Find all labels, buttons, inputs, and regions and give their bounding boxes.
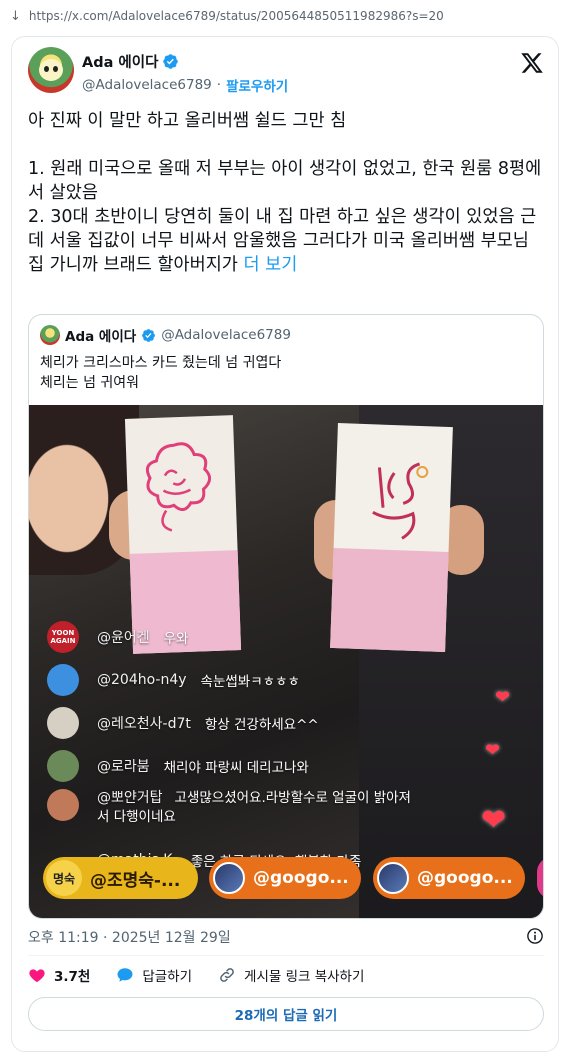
comment-user: @204ho-n4y (97, 671, 187, 688)
tweet-header: Ada 에이다 @Adalovelace6789 · 팔로우하기 (28, 47, 544, 99)
avatar-eye-right (53, 66, 58, 72)
copy-link-button[interactable]: 게시물 링크 복사하기 (218, 965, 364, 985)
heart-icon: ❤ (495, 687, 511, 708)
handle[interactable]: @Adalovelace6789 (82, 77, 212, 93)
comment-message: 속눈썹봐ㅋㅎㅎㅎ (200, 673, 300, 690)
like-count: 3.7천 (54, 969, 91, 985)
action-bar: 3.7천 답글하기 게시물 링크 복사하기 (28, 965, 390, 985)
comment-message: 고생많으셨어요.라방할수로 얼굴이 밝아져 (174, 790, 411, 806)
live-comment: @뽀얀거탑 고생많으셨어요.라방할수로 얼굴이 밝아져 서 다행이네요 (47, 787, 487, 845)
tweet-timestamp[interactable]: 오후 11:19 · 2025년 12월 29일 (28, 927, 231, 947)
tweet-card: Ada 에이다 @Adalovelace6789 · 팔로우하기 아 진짜 이 … (11, 36, 559, 1052)
pill-label: @googo... (253, 868, 349, 888)
avatar-eye-left (44, 66, 49, 72)
x-logo-icon[interactable] (520, 51, 544, 75)
superchat-pill[interactable]: @googo... (209, 857, 361, 899)
comment-avatar (47, 663, 79, 696)
live-comment: @레오천사-d7t 항상 건강하세요^^ (47, 701, 487, 744)
heart-filled-icon (29, 969, 45, 983)
live-comment: @204ho-n4y 속눈썹봐ㅋㅎㅎㅎ (47, 658, 487, 701)
video-player[interactable]: YOON AGAIN @윤어겐 우와 @204ho-n4y 속눈썹봐ㅋㅎㅎㅎ @… (29, 405, 543, 918)
heart-icon: ❤ (485, 740, 501, 761)
show-more-link[interactable]: 더 보기 (243, 255, 297, 275)
copy-link-label: 게시물 링크 복사하기 (244, 969, 365, 985)
pill-badge: 명숙 (46, 860, 82, 896)
comment-message-cont: 서 다행이네요 (97, 809, 176, 825)
pill-avatar (213, 862, 245, 894)
comment-user: @로라붐 (97, 758, 150, 775)
pill-label: @조명숙-... (90, 870, 181, 891)
comment-user: @레오천사-d7t (97, 715, 191, 732)
tweet-text: 아 진짜 이 말만 하고 올리버쌤 쉴드 그만 침 1. 원래 미국으로 올때 … (28, 109, 548, 277)
divider (28, 955, 544, 956)
quote-avatar (40, 325, 60, 345)
quote-display-name: Ada 에이다 (65, 329, 137, 345)
info-icon[interactable] (526, 927, 544, 945)
comment-avatar (47, 749, 79, 782)
handle-row: @Adalovelace6789 · 팔로우하기 (82, 75, 288, 95)
quoted-tweet[interactable]: Ada 에이다 @Adalovelace6789 체리가 크리스마스 카드 줬는… (28, 314, 544, 919)
superchat-pill[interactable]: @googo... (373, 857, 525, 899)
comment-body: @뽀얀거탑 고생많으셨어요.라방할수로 얼굴이 밝아져 서 다행이네요 (97, 789, 411, 827)
tweet-body: 아 진짜 이 말만 하고 올리버쌤 쉴드 그만 침 1. 원래 미국으로 올때 … (28, 111, 542, 275)
quote-verified-badge-icon (142, 328, 156, 342)
handwriting-doodle (372, 462, 429, 540)
comment-avatar (47, 789, 79, 821)
flower-doodle (145, 442, 212, 532)
verified-badge-icon (163, 54, 179, 69)
reply-label: 답글하기 (142, 969, 193, 985)
heart-icon: ❤ (481, 803, 507, 838)
avatar-face (39, 59, 63, 81)
avatar[interactable] (28, 47, 74, 93)
live-comment: YOON AGAIN @윤어겐 우와 (47, 615, 487, 658)
comment-avatar: YOON AGAIN (47, 620, 79, 653)
comment-message: 채리야 파랑씨 데리고나와 (163, 759, 309, 776)
separator: · (216, 77, 222, 93)
reply-button[interactable]: 답글하기 (116, 965, 192, 985)
like-button[interactable]: 3.7천 (28, 965, 90, 985)
live-comments: YOON AGAIN @윤어겐 우와 @204ho-n4y 속눈썹봐ㅋㅎㅎㅎ @… (47, 615, 487, 875)
display-name[interactable]: Ada 에이다 (82, 51, 158, 72)
pill-avatar (377, 862, 409, 894)
quote-header: Ada 에이다 @Adalovelace6789 (40, 325, 291, 345)
comment-user: @윤어겐 (97, 629, 150, 646)
superchat-pill[interactable]: 명숙 @조명숙-... (43, 857, 198, 899)
comment-avatar (47, 706, 79, 739)
read-replies-button[interactable]: 28개의 답글 읽기 (28, 997, 544, 1031)
follow-button[interactable]: 팔로우하기 (226, 75, 288, 95)
pill-label: @googo... (417, 868, 513, 888)
url-text[interactable]: https://x.com/Adalovelace6789/status/200… (29, 9, 444, 23)
quote-text: 체리가 크리스마스 카드 줬는데 넘 귀엽다 체리는 넘 귀여워 (40, 355, 282, 391)
download-arrow-icon: ↓ (10, 8, 21, 24)
live-comment: @로라붐 채리야 파랑씨 데리고나와 (47, 744, 487, 787)
browser-url-bar[interactable]: ↓ https://x.com/Adalovelace6789/status/2… (0, 0, 566, 32)
link-icon (220, 968, 234, 982)
superchat-pill[interactable] (537, 857, 543, 899)
reply-bubble-icon (117, 968, 133, 982)
comment-user: @뽀얀거탑 (97, 790, 163, 806)
comment-message: 우와 (163, 630, 189, 647)
superchat-pills: 명숙 @조명숙-... @googo... @googo... (43, 857, 543, 901)
comment-message: 항상 건강하세요^^ (204, 716, 319, 733)
name-row: Ada 에이다 (82, 51, 179, 72)
quote-handle: @Adalovelace6789 (161, 327, 291, 343)
